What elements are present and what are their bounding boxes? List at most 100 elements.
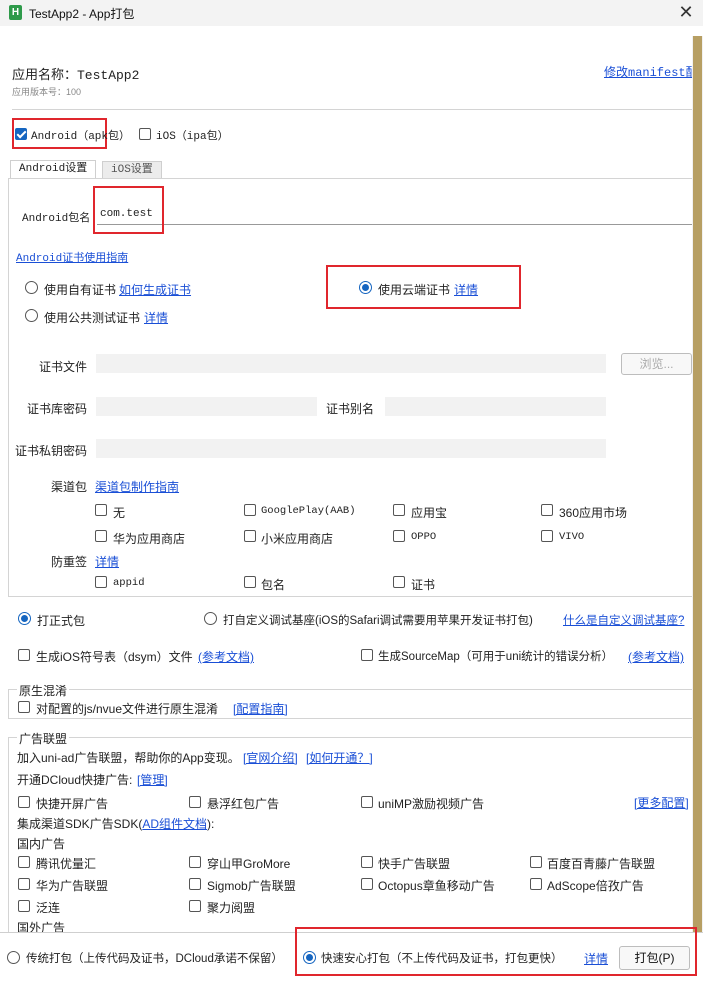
package-name-input[interactable]: com.test <box>97 205 692 225</box>
public-test-cert-radio[interactable] <box>25 309 38 322</box>
cert-alias-input[interactable] <box>385 397 606 416</box>
ads-official-link[interactable]: [官网介绍] <box>243 749 298 766</box>
channel-none-label: 无 <box>113 506 126 520</box>
dsym-doc-link[interactable]: (参考文档) <box>198 648 254 665</box>
traditional-pack-label: 传统打包（上传代码及证书，DCloud承诺不保留） <box>26 953 283 965</box>
adscope-ad-checkbox[interactable] <box>530 878 542 890</box>
splash-ad-checkbox[interactable] <box>18 796 30 808</box>
channel-360-label: 360应用市场 <box>559 506 628 520</box>
channel-xiaomi-checkbox[interactable] <box>244 530 256 542</box>
anti-resign-detail-link[interactable]: 详情 <box>95 553 119 570</box>
ads-manage-link[interactable]: [管理] <box>137 771 168 788</box>
cloud-cert-detail-link[interactable]: 详情 <box>454 281 478 298</box>
anti-resign-cert-checkbox[interactable] <box>393 576 405 588</box>
custom-base-label: 打自定义调试基座(iOS的Safari调试需要用苹果开发证书打包) <box>223 615 533 627</box>
sigmob-ad-checkbox[interactable] <box>189 878 201 890</box>
private-key-password-label: 证书私钥密码 <box>15 444 88 458</box>
formal-build-radio[interactable] <box>18 612 31 625</box>
public-cert-detail-link[interactable]: 详情 <box>144 309 168 326</box>
scrollbar-thumb[interactable] <box>693 36 702 934</box>
adscope-ad-label: AdScope倍孜广告 <box>547 879 644 893</box>
anti-resign-package-checkbox[interactable] <box>244 576 256 588</box>
channel-none-checkbox[interactable] <box>95 504 107 516</box>
obfuscation-checkbox[interactable] <box>18 701 30 713</box>
huawei-ad-checkbox[interactable] <box>18 878 30 890</box>
tencent-ad-checkbox[interactable] <box>18 856 30 868</box>
anti-resign-package-label: 包名 <box>261 578 286 592</box>
obfuscation-guide-link[interactable]: [配置指南] <box>233 700 288 717</box>
android-platform-label: Android（apk包） <box>31 131 131 143</box>
channel-oppo-checkbox[interactable] <box>393 530 405 542</box>
how-generate-cert-link[interactable]: 如何生成证书 <box>119 281 191 298</box>
obfuscation-group-bottom <box>8 718 692 719</box>
cloud-cert-radio[interactable] <box>359 281 372 294</box>
private-key-password-input[interactable] <box>96 439 606 458</box>
browse-button[interactable]: 浏览... <box>621 353 692 375</box>
octopus-ad-checkbox[interactable] <box>361 878 373 890</box>
traditional-pack-radio[interactable] <box>7 951 20 964</box>
splash-ad-label: 快捷开屏广告 <box>36 797 109 811</box>
channel-yyb-label: 应用宝 <box>411 506 448 520</box>
obfuscation-legend: 原生混淆 <box>17 682 70 699</box>
pack-button[interactable]: 打包(P) <box>619 946 690 970</box>
fanlian-ad-label: 泛连 <box>36 901 61 915</box>
what-custom-base-link[interactable]: 什么是自定义调试基座? <box>563 612 692 628</box>
channel-vivo-checkbox[interactable] <box>541 530 553 542</box>
obfuscation-group-left <box>8 689 9 718</box>
app-name: 应用名称：TestApp2 <box>12 68 140 83</box>
channel-guide-link[interactable]: 渠道包制作指南 <box>95 478 179 495</box>
close-icon[interactable]: ✕ <box>676 2 696 22</box>
juli-ad-label: 聚力阅盟 <box>207 901 256 915</box>
panel-top-border <box>8 178 692 179</box>
fast-pack-detail-link[interactable]: 详情 <box>584 950 608 967</box>
kuaishou-ad-label: 快手广告联盟 <box>378 857 451 871</box>
custom-base-radio[interactable] <box>204 612 217 625</box>
sdk-ads-label[interactable]: 集成渠道SDK广告SDK(AD组件文档): <box>17 815 214 832</box>
channel-oppo-label: OPPO <box>411 531 437 543</box>
fast-pack-radio[interactable] <box>303 951 316 964</box>
channel-xiaomi-label: 小米应用商店 <box>261 532 334 546</box>
juli-ad-checkbox[interactable] <box>189 900 201 912</box>
ios-platform-label: iOS（ipa包） <box>156 131 229 143</box>
float-red-ad-checkbox[interactable] <box>189 796 201 808</box>
cert-file-label: 证书文件 <box>39 360 88 374</box>
tab-android-settings[interactable]: Android设置 <box>10 160 97 178</box>
reward-video-ad-checkbox[interactable] <box>361 796 373 808</box>
cert-file-input[interactable] <box>96 354 606 373</box>
octopus-ad-label: Octopus章鱼移动广告 <box>378 879 495 893</box>
channel-googleplay-checkbox[interactable] <box>244 504 256 516</box>
android-checkbox[interactable] <box>15 128 27 140</box>
anti-resign-label: 防重签 <box>51 555 88 569</box>
ad-component-doc-link[interactable]: AD组件文档 <box>142 817 207 831</box>
anti-resign-appid-checkbox[interactable] <box>95 576 107 588</box>
ios-checkbox[interactable] <box>139 128 151 140</box>
tab-ios-settings[interactable]: iOS设置 <box>102 161 162 179</box>
cert-guide-link[interactable]: Android证书使用指南 <box>16 249 128 265</box>
csj-ad-checkbox[interactable] <box>189 856 201 868</box>
channel-huawei-checkbox[interactable] <box>95 530 107 542</box>
own-cert-radio[interactable] <box>25 281 38 294</box>
sourcemap-doc-link[interactable]: (参考文档) <box>628 648 684 665</box>
dsym-checkbox[interactable] <box>18 649 30 661</box>
sigmob-ad-label: Sigmob广告联盟 <box>207 879 296 893</box>
keystore-password-label: 证书库密码 <box>27 402 88 416</box>
keystore-password-input[interactable] <box>96 397 317 416</box>
obfuscation-label: 对配置的js/nvue文件进行原生混淆 <box>36 702 219 716</box>
kuaishou-ad-checkbox[interactable] <box>361 856 373 868</box>
more-config-link[interactable]: [更多配置] <box>634 794 692 811</box>
fanlian-ad-checkbox[interactable] <box>18 900 30 912</box>
channel-vivo-label: VIVO <box>559 531 585 543</box>
sourcemap-checkbox[interactable] <box>361 649 373 661</box>
manifest-config-link[interactable]: 修改manifest配置 <box>604 63 692 80</box>
panel-bottom-border <box>8 596 692 597</box>
channel-360-checkbox[interactable] <box>541 504 553 516</box>
tencent-ad-label: 腾讯优量汇 <box>36 857 97 871</box>
panel-left-border <box>8 178 9 596</box>
ads-legend: 广告联盟 <box>17 730 70 747</box>
baidu-ad-checkbox[interactable] <box>530 856 542 868</box>
cloud-cert-label: 使用云端证书 <box>378 283 451 297</box>
ads-how-open-link[interactable]: [如何开通？] <box>306 749 373 766</box>
channel-yyb-checkbox[interactable] <box>393 504 405 516</box>
app-logo-icon: H <box>9 5 22 20</box>
highlight-package-name <box>93 186 164 234</box>
